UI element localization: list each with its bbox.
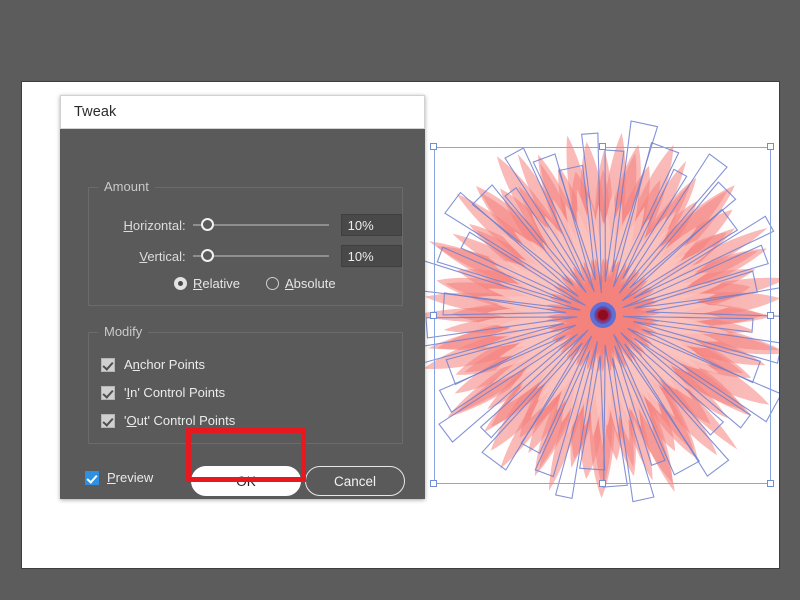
checkbox-out-control-points[interactable]: 'Out' Control Points <box>101 413 235 428</box>
radio-absolute-label: Absolute <box>284 276 336 291</box>
radio-relative-label: Relative <box>193 276 240 291</box>
amount-mode-radio-group: Relative Absolute <box>174 276 336 291</box>
amount-group-legend: Amount <box>98 179 155 194</box>
dialog-titlebar[interactable]: Tweak <box>60 95 425 129</box>
radio-absolute[interactable]: Absolute <box>265 276 336 291</box>
dialog-title: Tweak <box>74 104 117 120</box>
modify-group-legend: Modify <box>98 324 149 339</box>
vertical-slider-knob[interactable] <box>200 249 214 262</box>
illustrator-window: Tweak Amount Horizontal: 10% Vertical: 1… <box>0 0 800 600</box>
horizontal-slider[interactable] <box>192 215 329 235</box>
checkbox-in-control-points-label: 'In' Control Points <box>124 385 226 400</box>
horizontal-amount-row: Horizontal: 10% <box>89 214 402 236</box>
radio-relative[interactable]: Relative <box>174 276 240 291</box>
tweak-dialog: Tweak Amount Horizontal: 10% Vertical: 1… <box>60 95 425 499</box>
modify-group: Modify Anchor Points 'In' Control Points… <box>88 324 403 444</box>
horizontal-label: Horizontal: <box>123 217 186 233</box>
vertical-label: Vertical: <box>139 248 186 264</box>
horizontal-slider-knob[interactable] <box>200 218 214 231</box>
vertical-value-input[interactable]: 10% <box>340 245 402 267</box>
checkbox-preview[interactable]: Preview <box>85 470 153 485</box>
checkbox-in-control-points-mark[interactable] <box>101 385 115 400</box>
checkbox-anchor-points[interactable]: Anchor Points <box>101 357 205 372</box>
checkbox-preview-mark[interactable] <box>85 470 99 485</box>
dialog-body: Amount Horizontal: 10% Vertical: 10% Rel… <box>60 129 425 499</box>
checkbox-anchor-points-label: Anchor Points <box>124 357 205 372</box>
radio-relative-mark[interactable] <box>174 277 187 290</box>
vertical-slider[interactable] <box>192 246 329 266</box>
dialog-footer: Preview OK Cancel <box>60 459 425 499</box>
radio-absolute-mark[interactable] <box>265 277 279 290</box>
checkbox-preview-label: Preview <box>107 470 154 485</box>
amount-group: Amount Horizontal: 10% Vertical: 10% Rel… <box>88 179 403 306</box>
checkbox-out-control-points-mark[interactable] <box>101 413 115 428</box>
checkbox-in-control-points[interactable]: 'In' Control Points <box>101 385 225 400</box>
horizontal-value-input[interactable]: 10% <box>340 214 402 236</box>
vertical-amount-row: Vertical: 10% <box>89 245 402 267</box>
ok-button[interactable]: OK <box>191 466 301 496</box>
checkbox-anchor-points-mark[interactable] <box>101 357 115 372</box>
cancel-button[interactable]: Cancel <box>305 466 405 496</box>
checkbox-out-control-points-label: 'Out' Control Points <box>124 413 236 428</box>
